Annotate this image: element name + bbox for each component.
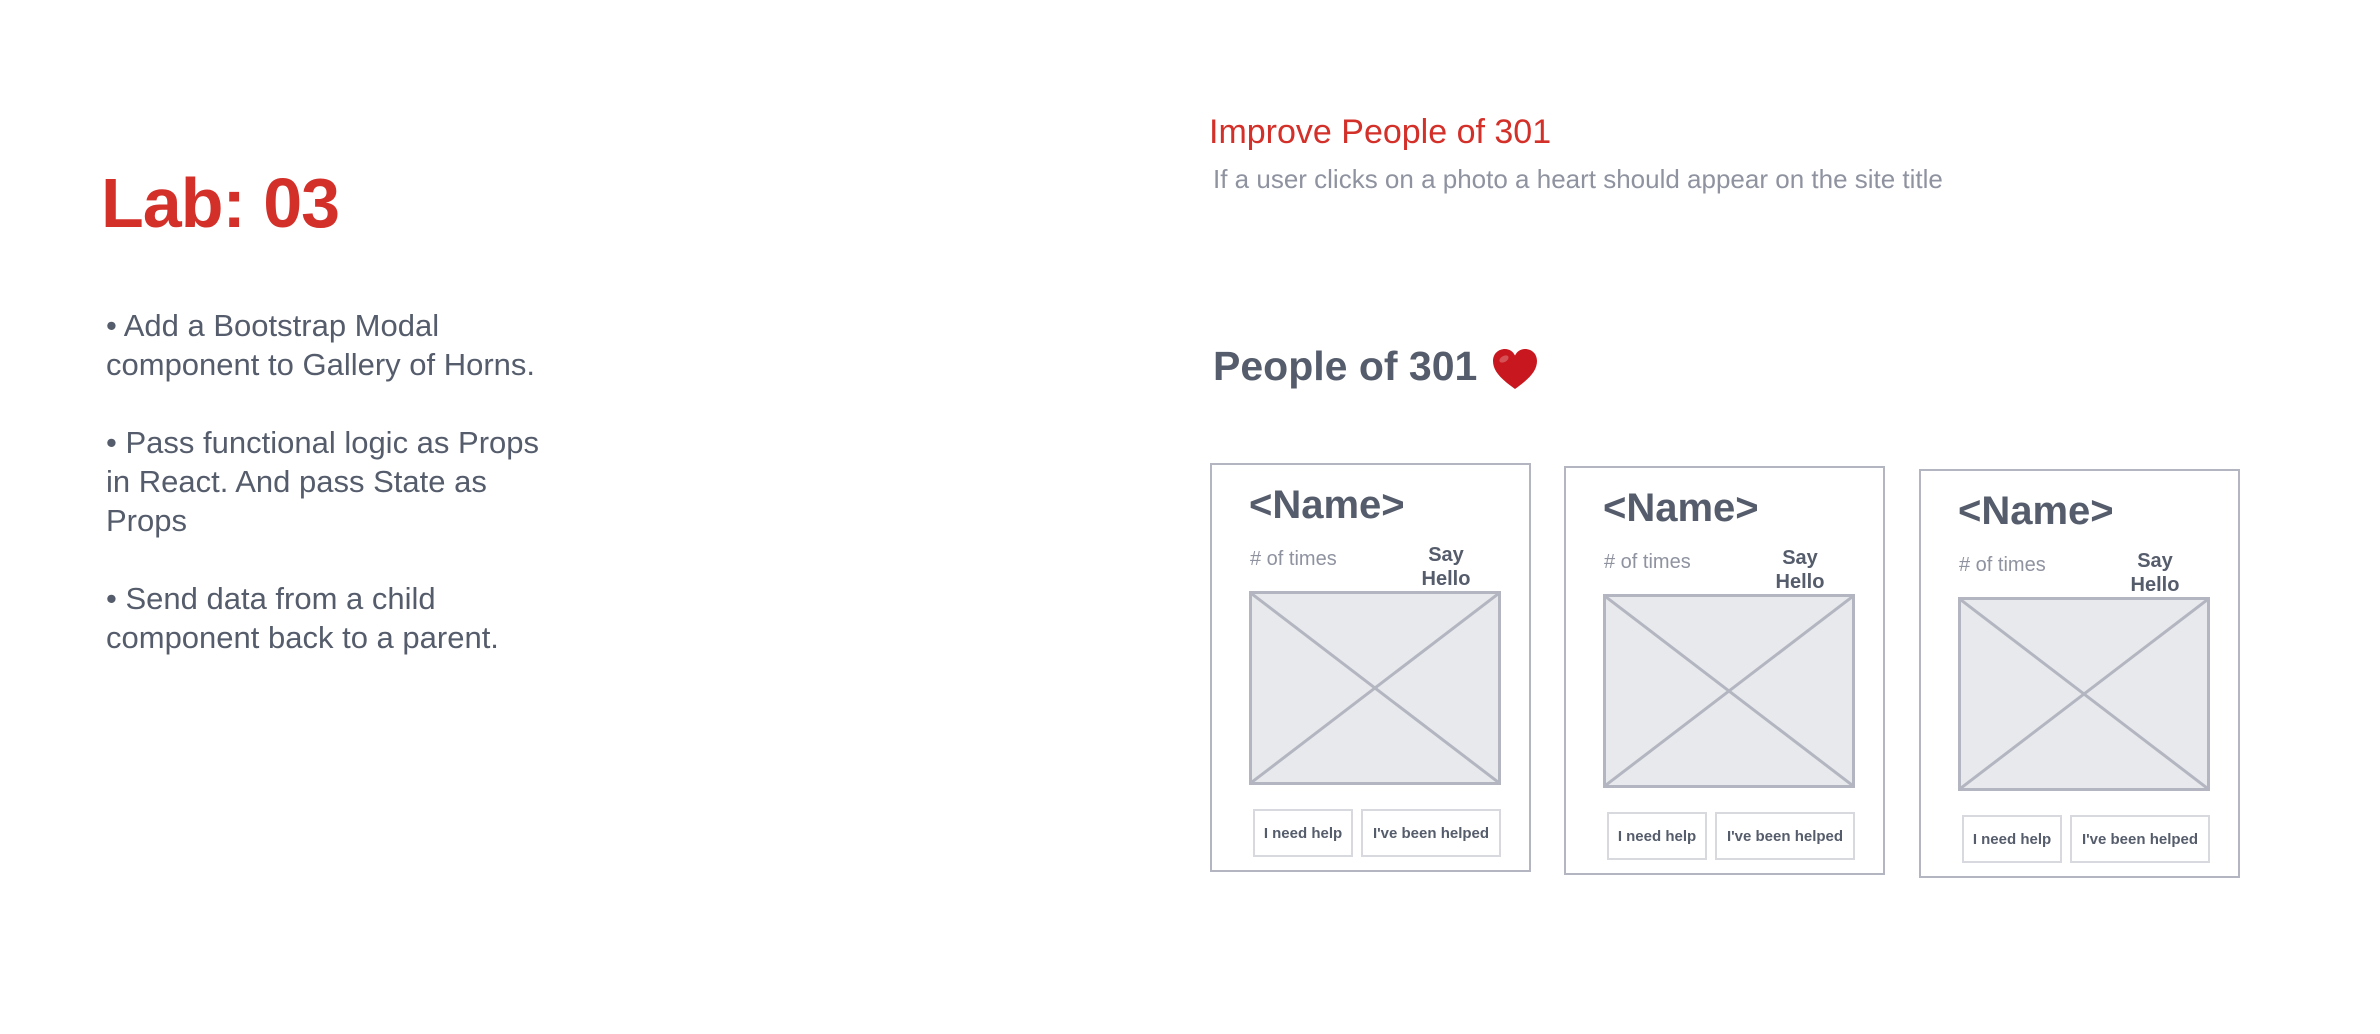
card-name: <Name> bbox=[1249, 483, 1405, 527]
improve-heading: Improve People of 301 bbox=[1209, 113, 1552, 151]
lab-bullet: • Add a Bootstrap Modal component to Gal… bbox=[106, 308, 536, 382]
need-help-button[interactable]: I need help bbox=[1607, 812, 1707, 860]
lab-bullet: • Pass functional logic as Props in Reac… bbox=[106, 425, 540, 538]
been-helped-button[interactable]: I've been helped bbox=[1715, 812, 1855, 860]
lab-title: Lab: 03 bbox=[101, 164, 340, 242]
heart-icon bbox=[1491, 347, 1539, 391]
lab-bullet: • Send data from a child component back … bbox=[106, 581, 499, 655]
image-placeholder-icon[interactable] bbox=[1249, 591, 1501, 785]
need-help-button[interactable]: I need help bbox=[1962, 815, 2062, 863]
image-placeholder-icon[interactable] bbox=[1958, 597, 2210, 791]
times-count-label: # of times bbox=[1959, 554, 2046, 576]
person-card: <Name> # of times Say Hello I need help … bbox=[1210, 463, 1531, 872]
person-card: <Name> # of times Say Hello I need help … bbox=[1919, 469, 2240, 878]
times-count-label: # of times bbox=[1604, 551, 1691, 573]
been-helped-button[interactable]: I've been helped bbox=[1361, 809, 1501, 857]
need-help-button[interactable]: I need help bbox=[1253, 809, 1353, 857]
times-count-label: # of times bbox=[1250, 548, 1337, 570]
image-placeholder-icon[interactable] bbox=[1603, 594, 1855, 788]
person-card: <Name> # of times Say Hello I need help … bbox=[1564, 466, 1885, 875]
site-title-text: People of 301 bbox=[1213, 343, 1478, 389]
site-title: People of 301 bbox=[1213, 338, 1539, 394]
been-helped-button[interactable]: I've been helped bbox=[2070, 815, 2210, 863]
card-name: <Name> bbox=[1603, 486, 1759, 530]
lab-bullet-list: • Add a Bootstrap Modal component to Gal… bbox=[106, 306, 566, 696]
card-name: <Name> bbox=[1958, 489, 2114, 533]
improve-description: If a user clicks on a photo a heart shou… bbox=[1213, 164, 1943, 194]
